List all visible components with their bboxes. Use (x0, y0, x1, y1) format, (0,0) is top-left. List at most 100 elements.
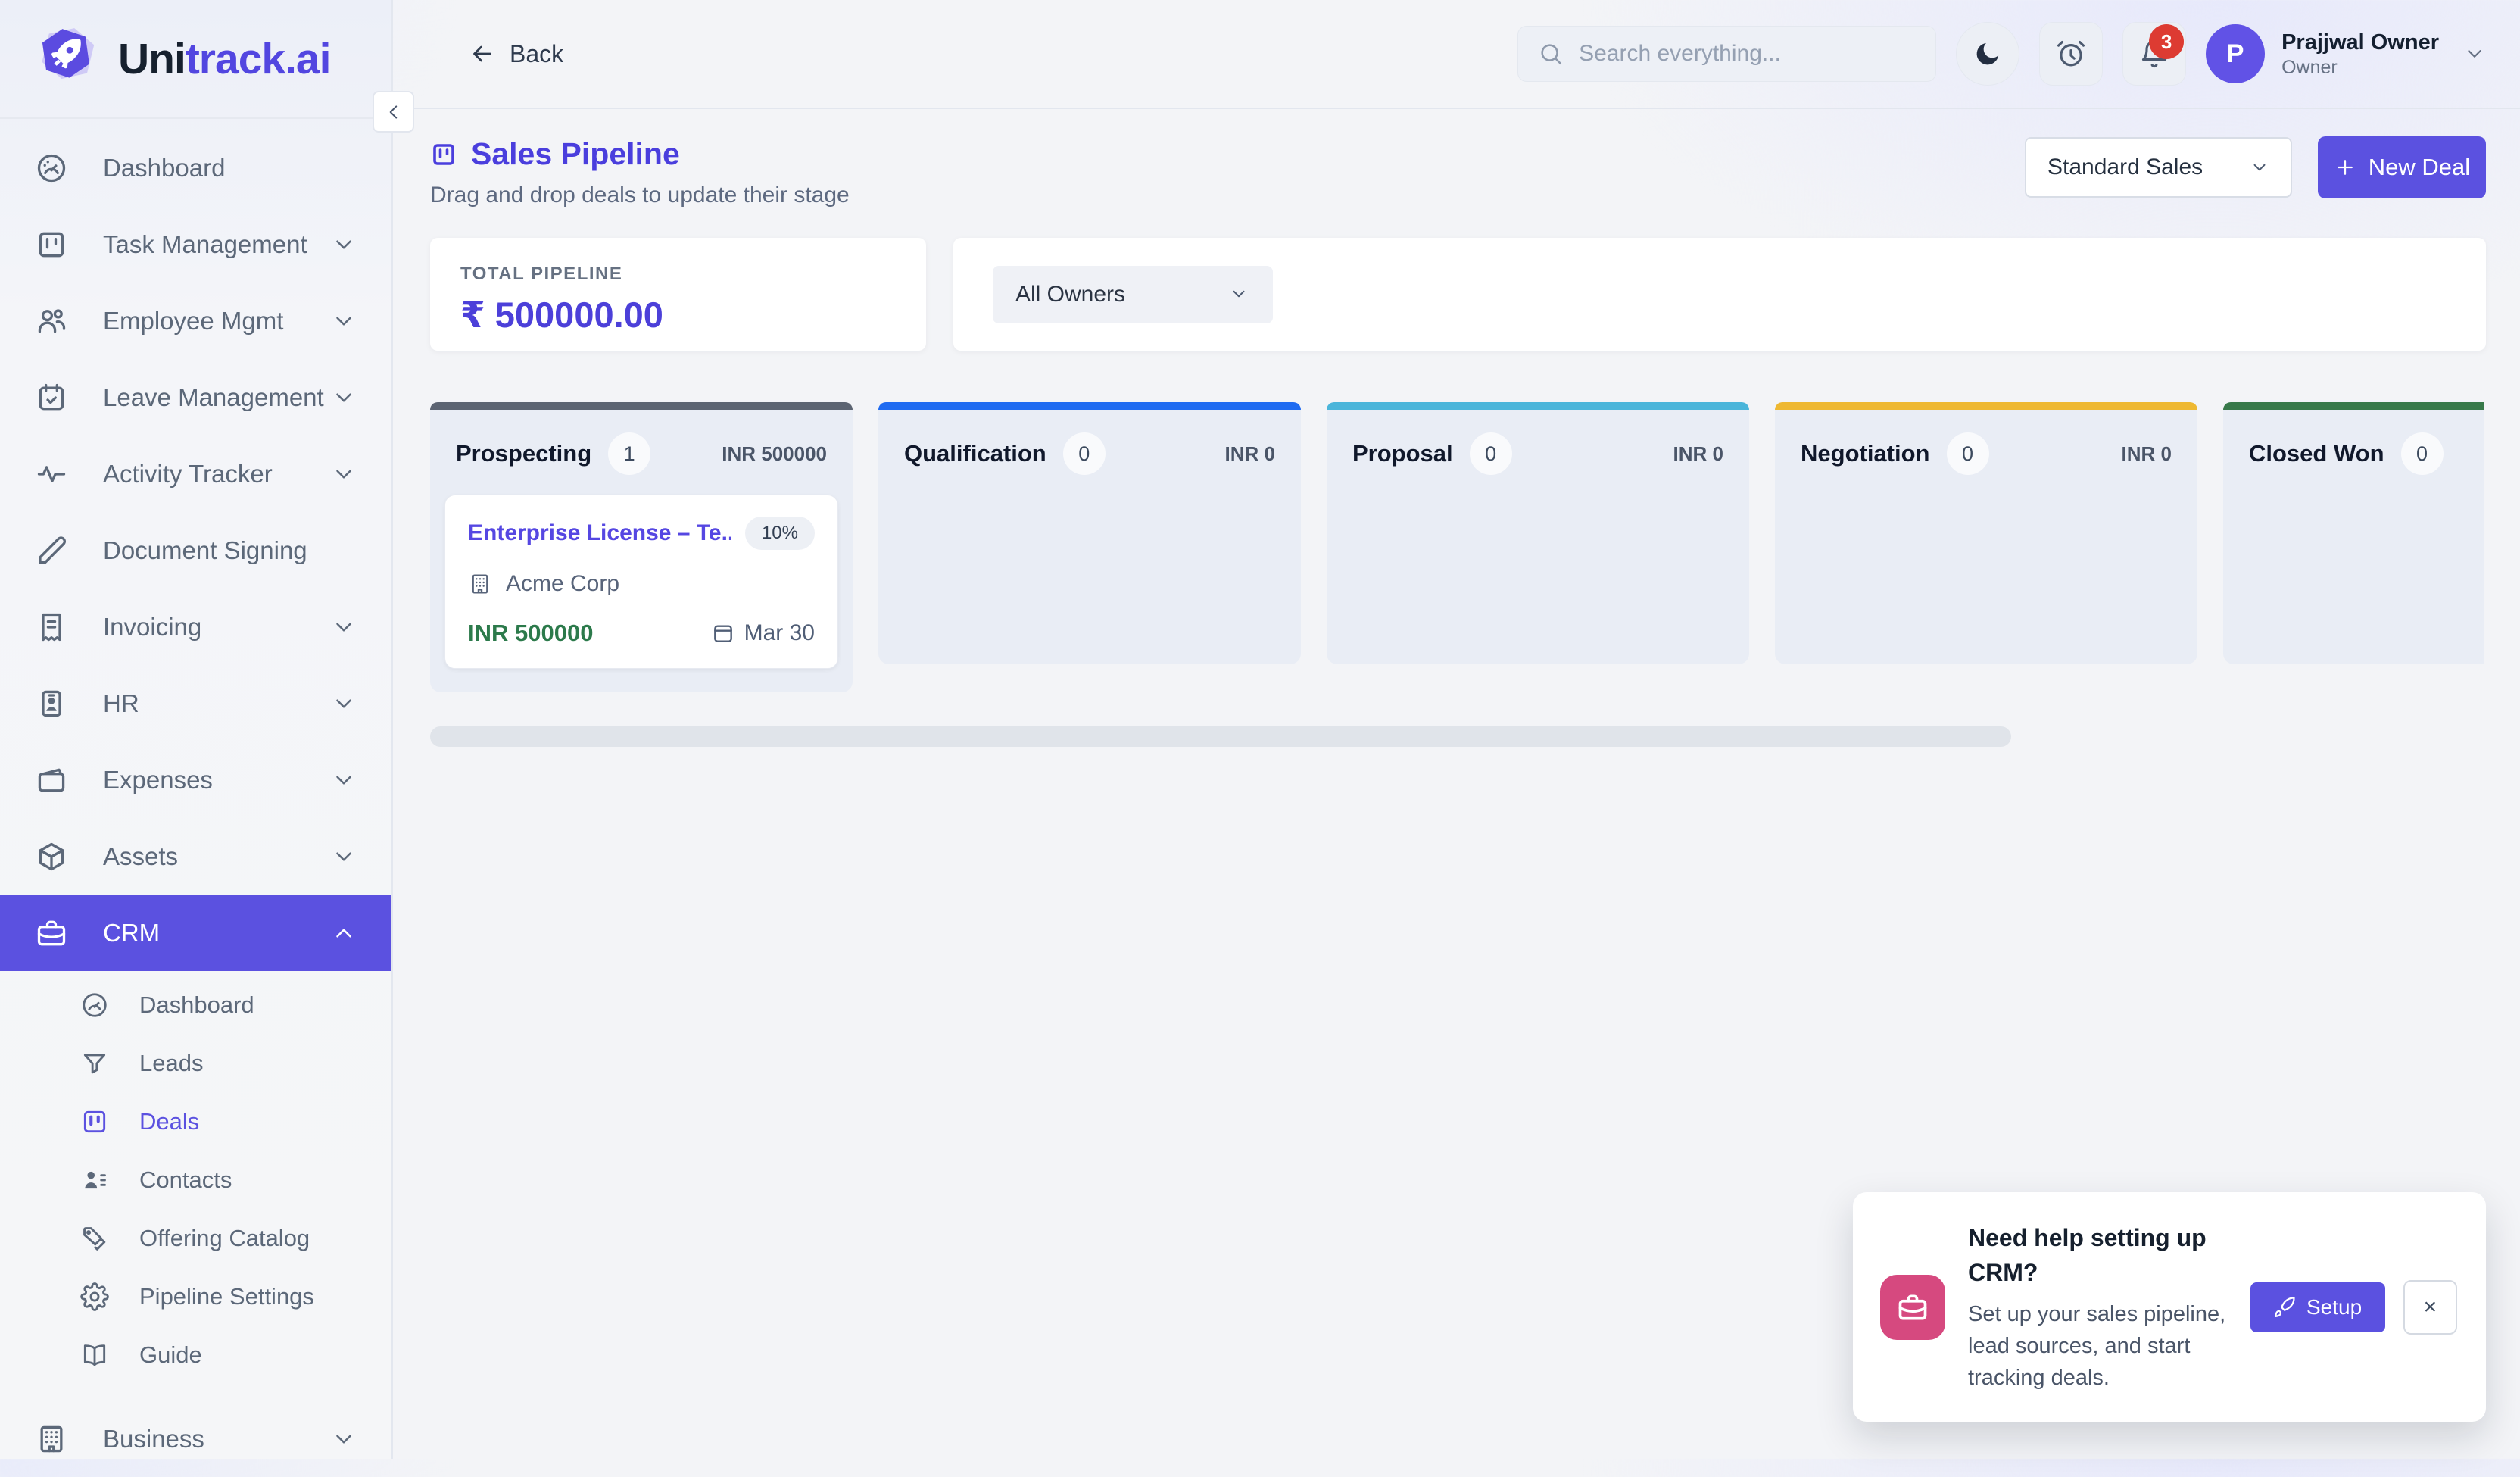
close-popup-button[interactable]: × (2403, 1280, 2457, 1335)
summary-row: TOTAL PIPELINE ₹ 500000.00 All Owners (430, 238, 2486, 351)
search-input[interactable] (1579, 41, 1916, 67)
chevron-down-icon (331, 461, 357, 487)
reminders-button[interactable] (2039, 22, 2103, 86)
notifications-button[interactable]: 3 (2122, 22, 2186, 86)
chevron-down-icon (331, 614, 357, 640)
sidebar-subitem-guide[interactable]: Guide (0, 1326, 391, 1384)
chevron-left-icon (384, 102, 404, 122)
kanban-column-prospecting: Prospecting 1 INR 500000 Enterprise Lice… (430, 402, 853, 692)
sidebar-item-activity-tracker[interactable]: Activity Tracker (0, 436, 391, 512)
owner-filter-value: All Owners (1015, 282, 1125, 308)
sidebar-item-task-management[interactable]: Task Management (0, 206, 391, 283)
chevron-down-icon (331, 232, 357, 258)
column-count-badge: 0 (2401, 432, 2444, 475)
sidebar-subitem-label: Guide (139, 1341, 202, 1369)
chevron-down-icon (2250, 158, 2269, 177)
column-name: Proposal (1352, 440, 1453, 467)
sidebar-item-label: Assets (103, 842, 331, 871)
chevron-up-icon (331, 920, 357, 946)
sidebar-subitem-label: Deals (139, 1108, 199, 1135)
column-color-bar (1327, 402, 1749, 410)
new-deal-label: New Deal (2369, 154, 2470, 181)
briefcase-icon (35, 916, 68, 950)
sidebar-item-dashboard[interactable]: Dashboard (0, 130, 391, 206)
crm-help-popup: Need help setting up CRM? Set up your sa… (1853, 1192, 2486, 1422)
sidebar-item-employee-mgmt[interactable]: Employee Mgmt (0, 283, 391, 359)
sidebar-collapse-button[interactable] (373, 91, 414, 133)
box-icon (35, 840, 68, 873)
deal-card[interactable]: Enterprise License – Te... 10% Acme Corp… (444, 495, 838, 669)
sidebar-subitem-contacts[interactable]: Contacts (0, 1151, 391, 1209)
contact-icon (80, 1166, 109, 1194)
column-count-badge: 0 (1470, 432, 1512, 475)
sidebar-item-label: Dashboard (103, 154, 357, 183)
column-drop-area[interactable]: Negotiation 0 INR 0 (1775, 410, 2197, 664)
rocket-icon (2273, 1296, 2296, 1319)
top-bar: Back 3 P Prajjwal Owner Owner (393, 0, 2520, 109)
back-button[interactable]: Back (469, 40, 563, 68)
sidebar-item-expenses[interactable]: Expenses (0, 742, 391, 818)
sidebar-item-assets[interactable]: Assets (0, 818, 391, 895)
main-content: Sales Pipeline Drag and drop deals to up… (393, 109, 2520, 1459)
total-pipeline-card: TOTAL PIPELINE ₹ 500000.00 (430, 238, 926, 351)
sidebar-item-label: Invoicing (103, 613, 331, 642)
users-icon (35, 304, 68, 338)
brand-name: Unitrack.ai (118, 34, 330, 84)
column-drop-area[interactable]: Closed Won 0 (2223, 410, 2484, 664)
column-drop-area[interactable]: Qualification 0 INR 0 (878, 410, 1301, 664)
column-color-bar (2223, 402, 2484, 410)
sidebar-subitem-offering-catalog[interactable]: Offering Catalog (0, 1209, 391, 1267)
deal-title[interactable]: Enterprise License – Te... (468, 520, 731, 546)
sidebar-item-leave-management[interactable]: Leave Management (0, 359, 391, 436)
owner-filter-select[interactable]: All Owners (993, 266, 1273, 323)
sidebar-item-label: Document Signing (103, 536, 357, 565)
sidebar-item-business[interactable]: Business (0, 1400, 391, 1477)
sidebar-subitem-crm-dashboard[interactable]: Dashboard (0, 976, 391, 1034)
activity-icon (35, 457, 68, 491)
deal-probability-badge: 10% (745, 517, 815, 550)
setup-button[interactable]: Setup (2250, 1282, 2385, 1332)
column-count-badge: 0 (1063, 432, 1106, 475)
sidebar-item-label: Activity Tracker (103, 460, 331, 489)
column-name: Negotiation (1801, 440, 1930, 467)
global-search[interactable] (1517, 26, 1936, 82)
crm-submenu: Dashboard Leads Deals Contacts (0, 971, 391, 1387)
sidebar-subitem-pipeline-settings[interactable]: Pipeline Settings (0, 1267, 391, 1326)
chevron-down-icon (1229, 284, 1250, 305)
chevron-down-icon (331, 385, 357, 411)
help-popup-body: Set up your sales pipeline, lead sources… (1968, 1298, 2229, 1394)
new-deal-button[interactable]: New Deal (2318, 136, 2486, 198)
column-count-badge: 0 (1947, 432, 1989, 475)
column-drop-area[interactable]: Prospecting 1 INR 500000 Enterprise Lice… (430, 410, 853, 692)
pipeline-select[interactable]: Standard Sales (2025, 137, 2292, 198)
plus-icon (2334, 156, 2356, 179)
back-label: Back (510, 40, 563, 68)
chevron-down-icon (331, 691, 357, 717)
sidebar-nav: Dashboard Task Management Employee Mgmt … (0, 119, 391, 1477)
sidebar-item-label: Business (103, 1425, 331, 1454)
sidebar-item-crm[interactable]: CRM (0, 895, 391, 971)
brand-logo[interactable]: Unitrack.ai (0, 0, 391, 119)
board-horizontal-scrollbar[interactable] (430, 726, 2011, 747)
building-icon (35, 1422, 68, 1456)
calendar-check-icon (35, 381, 68, 414)
gauge-icon (80, 991, 109, 1020)
kanban-icon (430, 141, 457, 168)
sidebar-item-label: Task Management (103, 230, 331, 259)
user-profile-menu[interactable]: P Prajjwal Owner Owner (2206, 24, 2486, 83)
chevron-down-icon (2463, 42, 2486, 65)
sidebar-subitem-label: Contacts (139, 1166, 232, 1194)
sidebar-item-hr[interactable]: HR (0, 665, 391, 742)
sidebar-subitem-label: Leads (139, 1050, 203, 1077)
building-icon (468, 572, 492, 596)
funnel-icon (80, 1049, 109, 1078)
sidebar-subitem-deals[interactable]: Deals (0, 1092, 391, 1151)
setup-label: Setup (2306, 1295, 2362, 1319)
sidebar-subitem-label: Dashboard (139, 991, 254, 1019)
sidebar-item-document-signing[interactable]: Document Signing (0, 512, 391, 589)
column-drop-area[interactable]: Proposal 0 INR 0 (1327, 410, 1749, 664)
sidebar-subitem-leads[interactable]: Leads (0, 1034, 391, 1092)
theme-toggle-button[interactable] (1956, 22, 2019, 86)
sidebar-item-invoicing[interactable]: Invoicing (0, 589, 391, 665)
total-pipeline-value: ₹ 500000.00 (460, 294, 896, 336)
